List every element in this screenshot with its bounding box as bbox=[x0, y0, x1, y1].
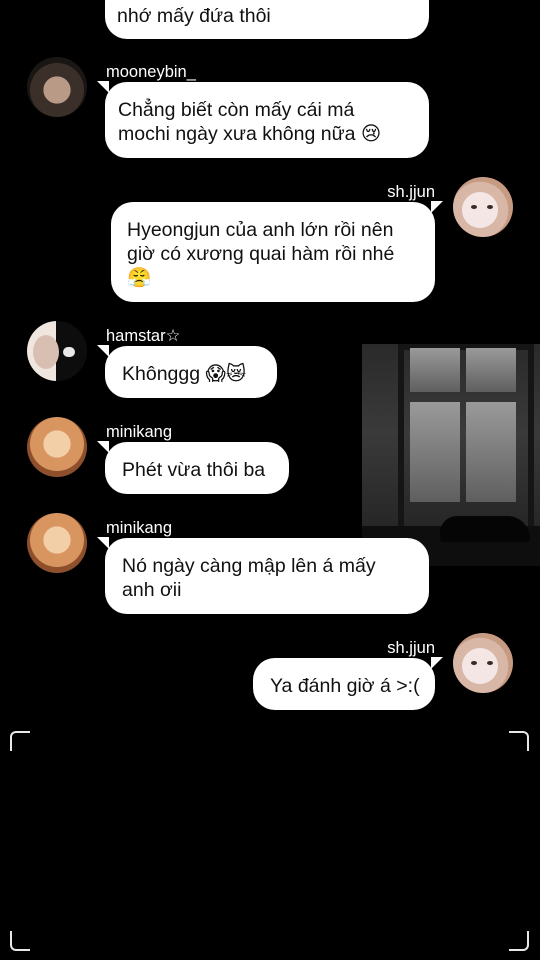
avatar[interactable] bbox=[27, 57, 87, 117]
username[interactable]: sh.jjun bbox=[387, 182, 435, 202]
shadow-object bbox=[440, 516, 530, 542]
username[interactable]: minikang bbox=[106, 518, 172, 538]
window-pane bbox=[410, 348, 460, 392]
window-pane bbox=[466, 348, 516, 392]
window-pane bbox=[410, 402, 460, 502]
username[interactable]: sh.jjun bbox=[387, 638, 435, 658]
message-text: nhớ mấy đứa thôi bbox=[117, 5, 271, 27]
window-pane bbox=[466, 402, 516, 502]
background-window-photo bbox=[362, 344, 540, 566]
username[interactable]: mooneybin_ bbox=[106, 62, 196, 82]
message-text: Chẳng biết còn mấy cái má mochi ngày xưa… bbox=[118, 99, 382, 145]
frame-corner-bottom-right bbox=[509, 931, 529, 951]
chat-screen: nhớ mấy đứa thôi mooneybin_ Chẳng biết c… bbox=[0, 0, 540, 960]
message-bubble[interactable]: nhớ mấy đứa thôi bbox=[105, 0, 429, 39]
frame-corner-top-right bbox=[509, 731, 529, 751]
message-text: Khônggg 😱😿 bbox=[122, 363, 247, 385]
frame-corner-top-left bbox=[10, 731, 30, 751]
message-bubble[interactable]: Phét vừa thôi ba bbox=[97, 441, 289, 494]
avatar[interactable] bbox=[27, 321, 87, 381]
username[interactable]: minikang bbox=[106, 422, 172, 442]
username[interactable]: hamstar☆ bbox=[106, 326, 180, 346]
message-bubble[interactable]: Nó ngày càng mập lên á mấy anh ơii bbox=[97, 537, 429, 614]
avatar[interactable] bbox=[27, 513, 87, 573]
frame-corner-bottom-left bbox=[10, 931, 30, 951]
message-bubble[interactable]: Hyeongjun của anh lớn rồi nên giờ có xươ… bbox=[111, 201, 443, 302]
avatar[interactable] bbox=[453, 177, 513, 237]
message-text: Hyeongjun của anh lớn rồi nên giờ có xươ… bbox=[127, 219, 395, 289]
message-text: Ya đánh giờ á >:( bbox=[270, 675, 420, 697]
message-bubble[interactable]: Chẳng biết còn mấy cái má mochi ngày xưa… bbox=[97, 81, 429, 158]
message-bubble[interactable]: Ya đánh giờ á >:( bbox=[253, 657, 443, 710]
avatar[interactable] bbox=[27, 417, 87, 477]
avatar[interactable] bbox=[453, 633, 513, 693]
message-bubble[interactable]: Khônggg 😱😿 bbox=[97, 345, 277, 398]
message-text: Phét vừa thôi ba bbox=[122, 459, 266, 481]
message-text: Nó ngày càng mập lên á mấy anh ơii bbox=[122, 555, 376, 601]
